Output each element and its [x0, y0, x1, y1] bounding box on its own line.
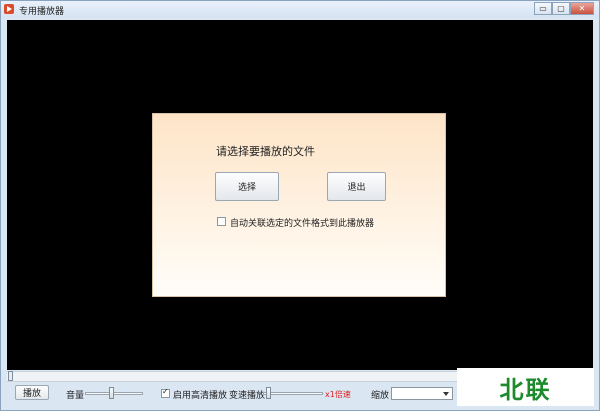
title-bar[interactable]: 专用播放器 ▭ ▢ ✕ — [1, 1, 599, 18]
watermark-logo: 北联 — [457, 368, 594, 406]
hd-label: 启用高清播放 — [173, 391, 228, 401]
app-player-icon — [4, 4, 14, 14]
close-icon: ✕ — [578, 4, 586, 13]
exit-button[interactable]: 退出 — [327, 172, 386, 201]
speed-track[interactable] — [263, 392, 323, 395]
associate-label: 自动关联选定的文件格式到此播放器 — [230, 219, 375, 229]
zoom-label: 缩放 — [371, 391, 390, 401]
zoom-select[interactable] — [391, 387, 453, 400]
speed-thumb[interactable] — [266, 387, 271, 399]
volume-track[interactable] — [85, 392, 143, 395]
select-file-button-label: 选择 — [237, 183, 256, 193]
play-button-label: 播放 — [22, 389, 41, 399]
seek-thumb[interactable] — [8, 371, 13, 381]
volume-thumb[interactable] — [109, 387, 114, 399]
exit-button-label: 退出 — [347, 183, 366, 193]
open-file-prompt: 请选择要播放的文件 — [216, 145, 315, 158]
open-file-panel — [152, 113, 446, 297]
volume-label: 音量 — [66, 391, 85, 401]
speed-value: x1倍速 — [325, 390, 351, 399]
associate-checkbox[interactable] — [217, 217, 226, 226]
minimize-button[interactable]: ▭ — [534, 2, 552, 15]
hd-checkbox[interactable] — [161, 387, 170, 398]
maximize-icon: ▢ — [557, 4, 565, 13]
minimize-icon: ▭ — [539, 4, 547, 13]
play-button[interactable]: 播放 — [15, 385, 49, 400]
speed-label: 变速播放 — [229, 391, 266, 401]
window-title: 专用播放器 — [19, 7, 65, 17]
close-button[interactable]: ✕ — [570, 2, 594, 15]
select-file-button[interactable]: 选择 — [215, 172, 279, 201]
chevron-down-icon — [443, 392, 449, 396]
watermark-text: 北联 — [499, 375, 552, 404]
maximize-button[interactable]: ▢ — [552, 2, 570, 15]
